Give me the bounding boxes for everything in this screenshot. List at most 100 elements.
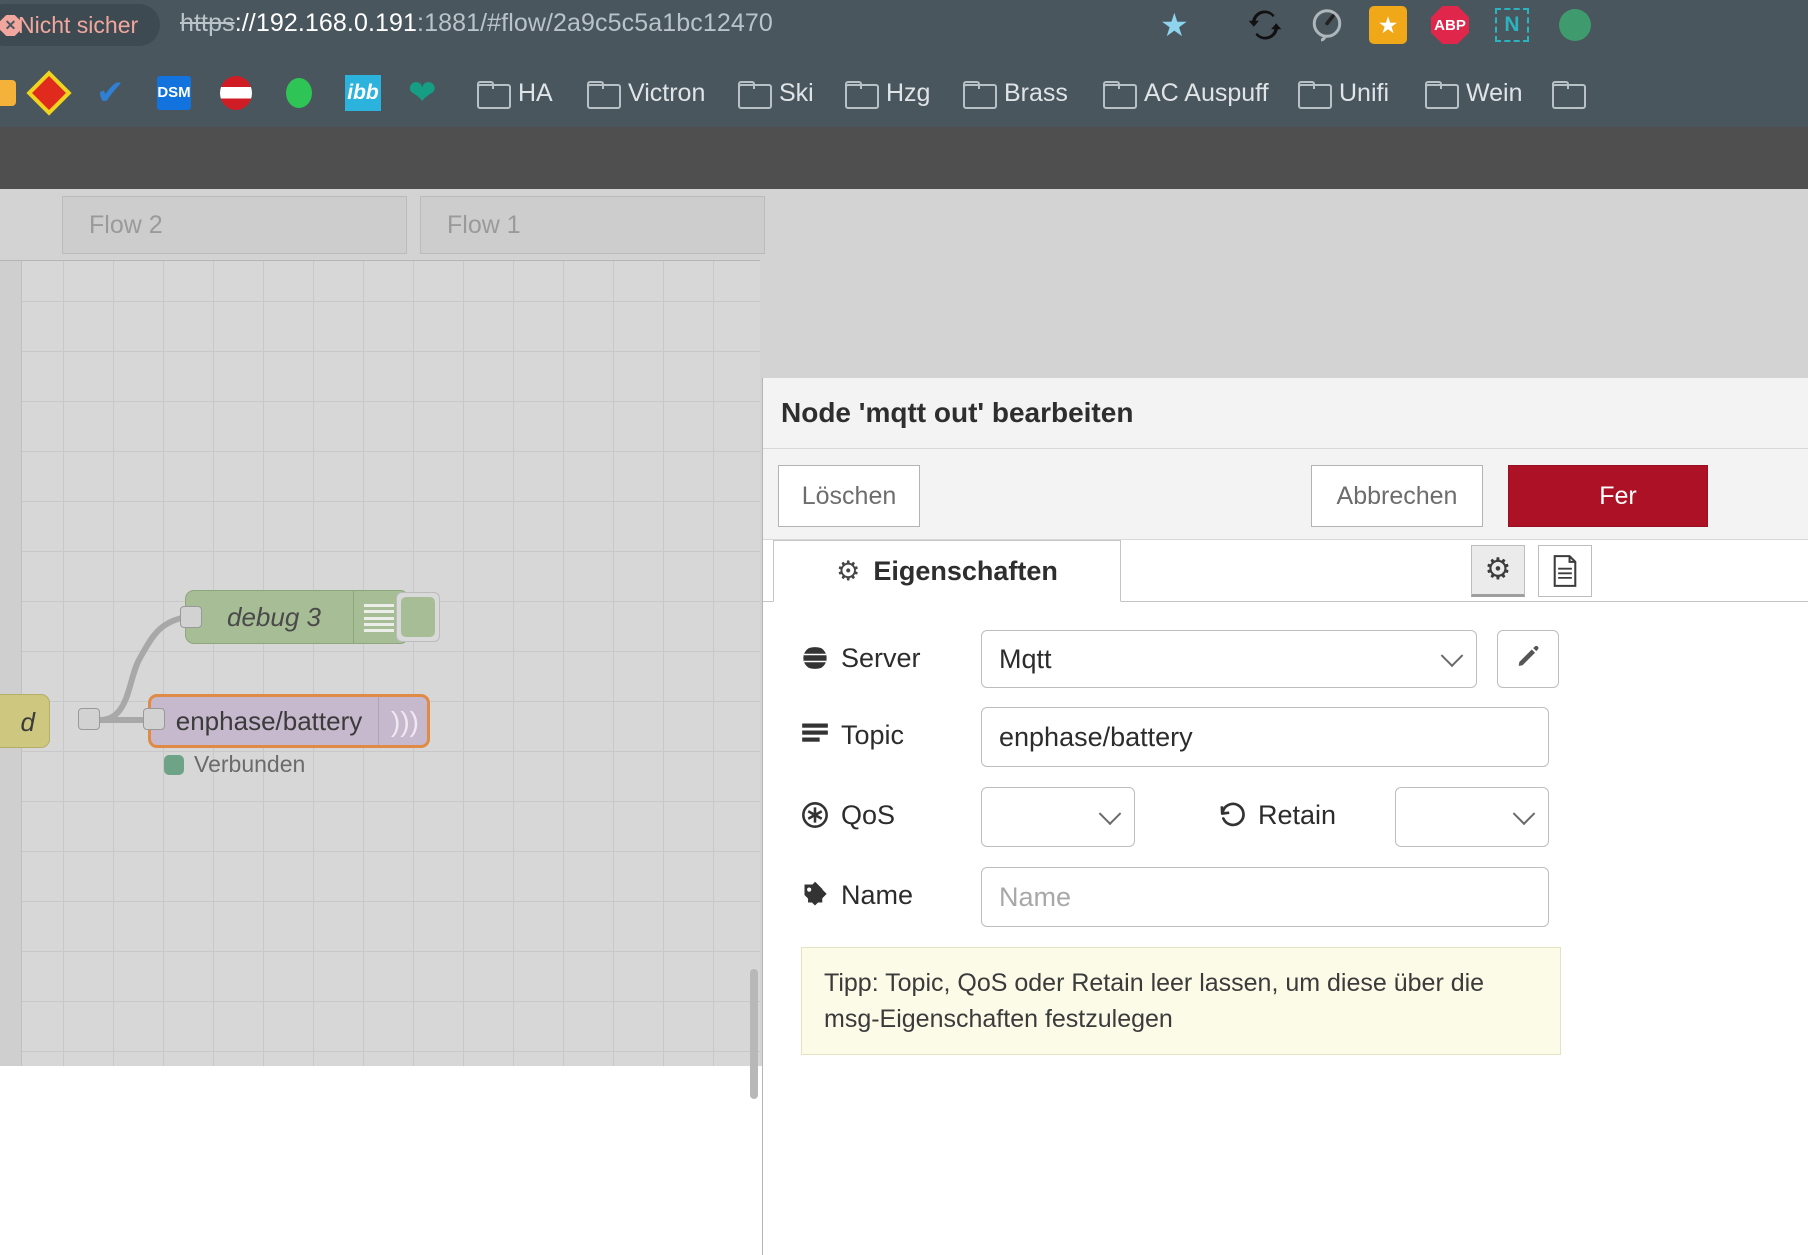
document-icon[interactable]	[1538, 545, 1592, 597]
profile-avatar-icon[interactable]	[1556, 6, 1594, 44]
node-edit-dialog: Node 'mqtt out' bearbeiten Löschen Abbre…	[762, 378, 1808, 1255]
flow-tab-flow-2[interactable]: Flow 2	[62, 196, 407, 254]
bookmark-bar: ✔ DSM ibb ❤ HA Victron Ski Hzg Brass AC …	[0, 62, 1808, 124]
flow-canvas[interactable]	[0, 261, 760, 1066]
bookmark-folder-hzg[interactable]: Hzg	[845, 62, 930, 124]
bookmark-folder-ski[interactable]: Ski	[738, 62, 814, 124]
topic-input-value: enphase/battery	[999, 721, 1193, 752]
flow-node-mqtt-out[interactable]: enphase/battery )))	[148, 694, 430, 748]
cancel-button[interactable]: Abbrechen	[1311, 465, 1483, 527]
folder-icon	[477, 81, 511, 109]
bookmark-item-heart[interactable]: ❤	[408, 62, 437, 124]
notion-clipper-icon[interactable]: N	[1493, 6, 1531, 44]
chevron-down-icon	[1098, 802, 1122, 826]
bookmark-item-ibb[interactable]: ibb	[345, 62, 381, 124]
bookmark-item-austria[interactable]	[220, 62, 252, 124]
flow-tab-label: Flow 1	[447, 210, 521, 239]
bookmark-label: Hzg	[886, 78, 931, 107]
gear-icon[interactable]: ⚙	[1471, 545, 1525, 597]
bookmark-item-dsm[interactable]: DSM	[157, 62, 191, 124]
heart-icon: ❤	[408, 74, 437, 112]
qos-label-text: QoS	[841, 799, 896, 830]
tip-box: Tipp: Topic, QoS oder Retain leer lassen…	[801, 947, 1561, 1055]
list-icon	[801, 721, 829, 749]
node-divider	[353, 591, 354, 643]
edit-server-button[interactable]	[1497, 630, 1559, 688]
url-host: 192.168.0.191	[255, 9, 418, 37]
bookmark-star-icon[interactable]: ★	[1160, 9, 1189, 41]
bookmark-label: Unifi	[1339, 78, 1390, 107]
node-input-port[interactable]	[180, 606, 202, 628]
history-icon	[1218, 801, 1246, 829]
bookmark-folder-ac-auspuff[interactable]: AC Auspuff	[1103, 62, 1269, 124]
speedometer-icon[interactable]	[1308, 6, 1346, 44]
chevron-down-icon	[1512, 802, 1536, 826]
retain-select[interactable]	[1395, 787, 1549, 847]
security-status-label: Nicht sicher	[18, 11, 139, 38]
folder-icon	[587, 81, 621, 109]
dialog-tab-row: ⚙ Eigenschaften ⚙	[763, 540, 1808, 602]
bookmark-label: Ski	[779, 78, 814, 107]
folder-icon	[1298, 81, 1332, 109]
ibb-icon: ibb	[345, 75, 381, 111]
bookmark-folder-victron[interactable]: Victron	[587, 62, 705, 124]
address-bar-url[interactable]: https://192.168.0.191:1881/#flow/2a9c5c5…	[180, 9, 773, 38]
sync-icon[interactable]	[1246, 6, 1284, 44]
bookmark-item-fritz[interactable]	[26, 62, 72, 124]
austria-flag-icon	[220, 76, 252, 110]
node-output-port[interactable]	[78, 708, 100, 730]
flow-node-inject[interactable]: d	[0, 694, 50, 748]
dialog-title: Node 'mqtt out' bearbeiten	[781, 397, 1134, 428]
bookmark-label: AC Auspuff	[1144, 78, 1269, 107]
bookmark-label: Wein	[1466, 78, 1523, 107]
node-red-workspace: Flow 2 Flow 1 d debug 3 enphase/battery …	[0, 189, 1808, 1255]
bookmark-item-greendot[interactable]	[286, 62, 312, 124]
node-input-port[interactable]	[143, 708, 165, 730]
folder-icon	[1552, 81, 1586, 109]
bookmark-folder-overflow[interactable]	[1552, 62, 1586, 124]
url-scheme: https	[180, 9, 235, 37]
canvas-scrollbar-thumb[interactable]	[750, 969, 758, 1099]
flow-tab-label: Flow 2	[89, 210, 163, 239]
tab-properties[interactable]: ⚙ Eigenschaften	[773, 540, 1121, 602]
bookmark-label: Brass	[1004, 78, 1068, 107]
security-status-chip[interactable]: ✕ Nicht sicher	[0, 4, 161, 46]
checkmark-icon: ✔	[96, 74, 125, 112]
bookmark-item-0[interactable]	[0, 62, 16, 124]
topic-input[interactable]: enphase/battery	[981, 707, 1549, 767]
flow-tab-flow-1[interactable]: Flow 1	[420, 196, 765, 254]
name-input[interactable]: Name	[981, 867, 1549, 927]
debug-enable-toggle[interactable]	[396, 592, 440, 642]
debug-list-icon	[364, 604, 394, 632]
node-red-header	[0, 127, 1808, 189]
asterisk-circle-icon	[801, 801, 829, 829]
server-select[interactable]: Mqtt	[981, 630, 1477, 688]
server-label: Server	[797, 630, 921, 686]
bookmark-folder-unifi[interactable]: Unifi	[1298, 62, 1389, 124]
flow-node-mqtt-label: enphase/battery	[175, 705, 363, 736]
chevron-down-icon	[1440, 644, 1464, 668]
topic-label-text: Topic	[841, 719, 905, 750]
server-select-value: Mqtt	[999, 643, 1052, 674]
flow-node-debug[interactable]: debug 3	[185, 590, 409, 644]
bookmark-folder-brass[interactable]: Brass	[963, 62, 1068, 124]
adblock-label: ABP	[1434, 16, 1466, 34]
url-path: :1881/#flow/2a9c5c5a1bc12470	[417, 9, 773, 37]
green-dot-icon	[286, 78, 312, 108]
bookmark-folder-ha[interactable]: HA	[477, 62, 553, 124]
flow-node-inject-label: d	[20, 707, 35, 737]
gear-icon: ⚙	[836, 555, 861, 586]
done-button[interactable]: Fer	[1508, 465, 1708, 527]
bookmark-folder-wein[interactable]: Wein	[1425, 62, 1523, 124]
star-orange-icon[interactable]: ★	[1369, 6, 1407, 44]
fritz-icon	[26, 70, 72, 116]
delete-button[interactable]: Löschen	[778, 465, 920, 527]
node-divider	[378, 697, 379, 745]
qos-label: QoS	[801, 787, 895, 843]
dialog-button-bar: Löschen Abbrechen Fer	[763, 449, 1808, 540]
bookmark-item-checkmark[interactable]: ✔	[96, 62, 125, 124]
qos-select[interactable]	[981, 787, 1135, 847]
adblock-plus-icon[interactable]: ABP	[1431, 6, 1469, 44]
canvas-left-gutter	[0, 261, 22, 1066]
globe-icon	[797, 644, 833, 672]
